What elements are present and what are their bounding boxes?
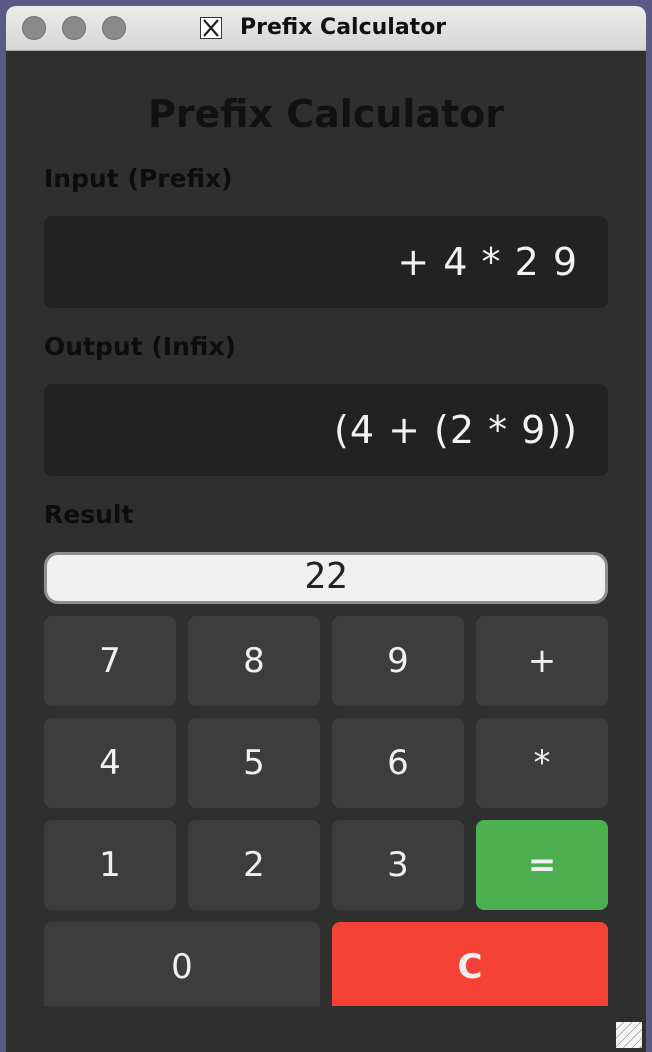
window-title: Prefix Calculator (240, 15, 447, 40)
key-0[interactable]: 0 (44, 922, 320, 1006)
key-6[interactable]: 6 (332, 718, 464, 808)
key-1[interactable]: 1 (44, 820, 176, 910)
app-window: Prefix Calculator Prefix Calculator Inpu… (6, 6, 646, 1052)
minimize-icon[interactable] (62, 16, 86, 40)
input-display[interactable]: + 4 * 2 9 (44, 216, 608, 308)
close-icon[interactable] (22, 16, 46, 40)
key-4[interactable]: 4 (44, 718, 176, 808)
input-label: Input (Prefix) (44, 164, 233, 193)
key-plus[interactable]: + (476, 616, 608, 706)
result-field[interactable]: 22 (44, 552, 608, 604)
key-7[interactable]: 7 (44, 616, 176, 706)
x11-app-icon (200, 17, 222, 39)
key-3[interactable]: 3 (332, 820, 464, 910)
key-2[interactable]: 2 (188, 820, 320, 910)
title-bar[interactable]: Prefix Calculator (6, 6, 646, 51)
app-heading: Prefix Calculator (147, 92, 505, 136)
key-8[interactable]: 8 (188, 616, 320, 706)
clear-button[interactable]: C (332, 922, 608, 1006)
key-5[interactable]: 5 (188, 718, 320, 808)
output-display: (4 + (2 * 9)) (44, 384, 608, 476)
resize-grip-icon[interactable] (616, 1022, 642, 1048)
key-9[interactable]: 9 (332, 616, 464, 706)
output-label: Output (Infix) (44, 332, 236, 361)
equals-button[interactable]: = (476, 820, 608, 910)
key-multiply[interactable]: * (476, 718, 608, 808)
zoom-icon[interactable] (102, 16, 126, 40)
result-label: Result (44, 500, 134, 529)
